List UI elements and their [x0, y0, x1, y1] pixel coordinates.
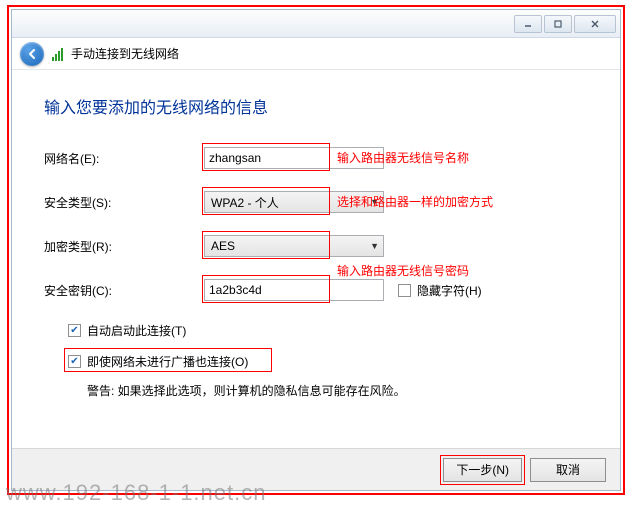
security-key-input[interactable] — [204, 279, 384, 301]
row-security-key: 安全密钥(C): 隐藏字符(H) — [44, 278, 588, 302]
chevron-down-icon: ▼ — [370, 241, 379, 251]
annotation-security-key: 输入路由器无线信号密码 — [337, 262, 469, 279]
hide-chars-checkbox[interactable] — [398, 284, 411, 297]
warning-text: 警告: 如果选择此选项，则计算机的隐私信息可能存在风险。 — [87, 382, 588, 399]
wizard-window: 手动连接到无线网络 输入您要添加的无线网络的信息 网络名(E): 输入路由器无线… — [11, 9, 621, 491]
security-type-label: 安全类型(S): — [44, 194, 204, 211]
maximize-button[interactable] — [544, 15, 572, 33]
row-network-name: 网络名(E): 输入路由器无线信号名称 — [44, 146, 588, 170]
annotation-security-type: 选择和路由器一样的加密方式 — [337, 193, 493, 210]
back-button[interactable] — [20, 42, 44, 66]
auto-start-label: 自动启动此连接(T) — [87, 322, 186, 339]
hide-chars-label: 隐藏字符(H) — [417, 282, 482, 299]
next-button[interactable]: 下一步(N) — [443, 458, 522, 482]
annotation-network-name: 输入路由器无线信号名称 — [337, 149, 469, 166]
encryption-type-select[interactable]: AES ▼ — [204, 235, 384, 257]
titlebar — [12, 10, 620, 38]
button-bar: 下一步(N) 取消 — [12, 448, 620, 490]
minimize-button[interactable] — [514, 15, 542, 33]
security-type-value: WPA2 - 个人 — [211, 194, 279, 211]
connect-hidden-checkbox[interactable]: ✔ — [68, 355, 81, 368]
close-button[interactable] — [574, 15, 616, 33]
connect-hidden-label: 即使网络未进行广播也连接(O) — [87, 353, 248, 370]
encryption-type-label: 加密类型(R): — [44, 238, 204, 255]
row-security-type: 安全类型(S): WPA2 - 个人 ▼ 选择和路由器一样的加密方式 — [44, 190, 588, 214]
cancel-button[interactable]: 取消 — [530, 458, 606, 482]
content-area: 输入您要添加的无线网络的信息 网络名(E): 输入路由器无线信号名称 安全类型(… — [12, 70, 620, 399]
wifi-signal-icon — [52, 47, 63, 61]
security-key-label: 安全密钥(C): — [44, 282, 204, 299]
header-row: 手动连接到无线网络 — [12, 38, 620, 70]
row-connect-hidden: ✔ 即使网络未进行广播也连接(O) — [68, 353, 588, 370]
row-encryption-type: 加密类型(R): AES ▼ 输入路由器无线信号密码 — [44, 234, 588, 258]
auto-start-checkbox[interactable]: ✔ — [68, 324, 81, 337]
network-name-label: 网络名(E): — [44, 150, 204, 167]
row-auto-start: ✔ 自动启动此连接(T) — [68, 322, 588, 339]
encryption-type-value: AES — [211, 239, 235, 253]
header-title: 手动连接到无线网络 — [71, 45, 179, 62]
page-heading: 输入您要添加的无线网络的信息 — [44, 94, 588, 118]
